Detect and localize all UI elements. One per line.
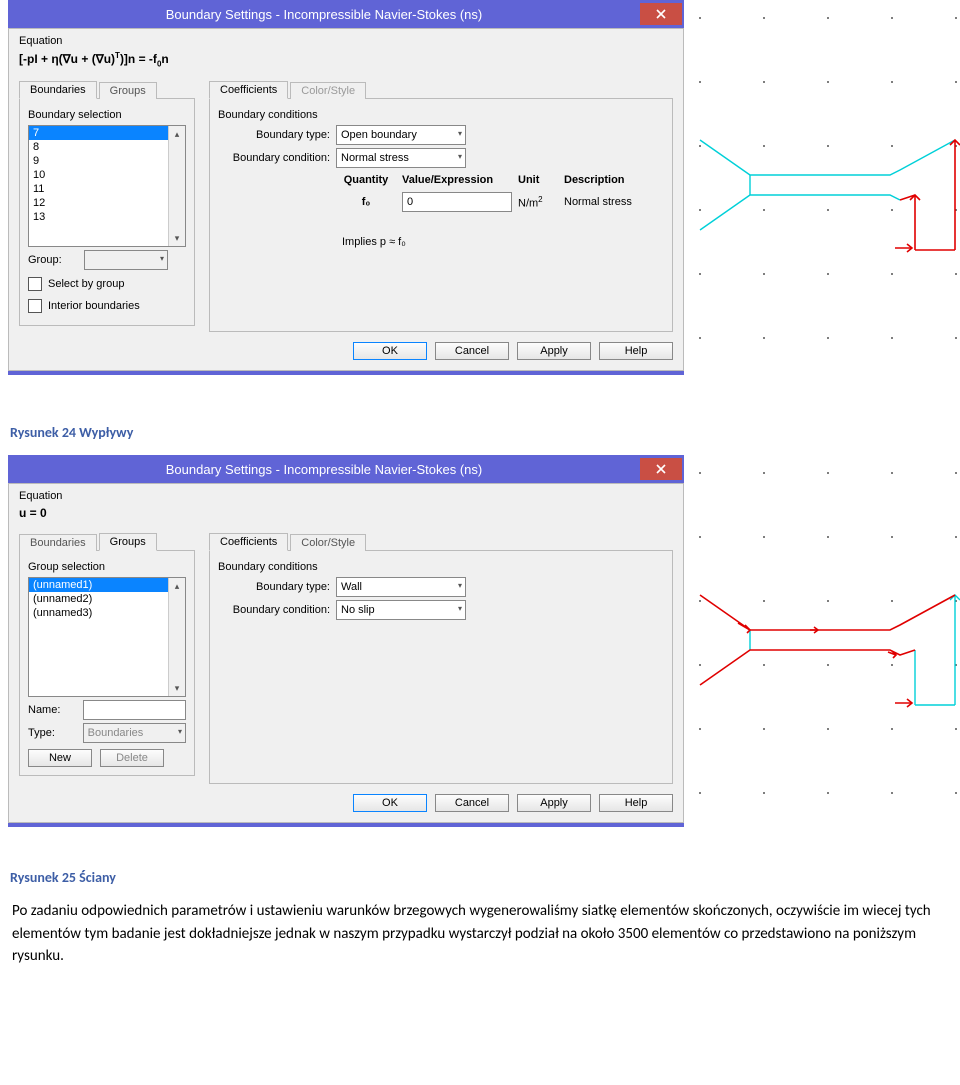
- desc-normal-stress: Normal stress: [564, 196, 664, 208]
- tab-boundaries[interactable]: Boundaries: [19, 534, 97, 551]
- tab-boundaries[interactable]: Boundaries: [19, 81, 97, 99]
- type-dropdown[interactable]: Boundaries ▾: [83, 723, 186, 743]
- boundary-conditions-label: Boundary conditions: [218, 561, 664, 573]
- close-icon: [656, 9, 666, 19]
- geometry-sketch-2: [690, 455, 960, 855]
- close-button[interactable]: [640, 3, 682, 25]
- boundary-list[interactable]: 7 8 9 10 11 12 13 ▴ ▾: [28, 125, 186, 247]
- cancel-button[interactable]: Cancel: [435, 794, 509, 812]
- delete-button[interactable]: Delete: [100, 749, 164, 767]
- column-description: Description: [564, 174, 664, 186]
- interior-boundaries-checkbox[interactable]: Interior boundaries: [28, 299, 140, 313]
- list-item[interactable]: 7: [29, 126, 185, 140]
- list-item[interactable]: (unnamed3): [29, 606, 185, 620]
- paragraph-text: Po zadaniu odpowiednich parametrów i ust…: [12, 900, 948, 968]
- figure-caption-25: Rysunek 25 Ściany: [10, 869, 960, 886]
- unit-nm2: N/m2: [518, 195, 558, 210]
- scrollbar[interactable]: [168, 578, 185, 696]
- close-button[interactable]: [640, 458, 682, 480]
- boundary-type-label: Boundary type:: [218, 129, 330, 141]
- chevron-down-icon: ▾: [160, 254, 164, 263]
- list-item[interactable]: 13: [29, 210, 185, 224]
- group-list[interactable]: (unnamed1) (unnamed2) (unnamed3) ▴ ▾: [28, 577, 186, 697]
- help-button[interactable]: Help: [599, 794, 673, 812]
- boundary-condition-dropdown[interactable]: No slip ▾: [336, 600, 466, 620]
- tab-color-style[interactable]: Color/Style: [290, 82, 366, 99]
- list-item[interactable]: 8: [29, 140, 185, 154]
- figure-caption-24: Rysunek 24 Wypływy: [10, 424, 960, 441]
- new-button[interactable]: New: [28, 749, 92, 767]
- checkbox-icon: [28, 277, 42, 291]
- close-icon: [656, 464, 666, 474]
- scroll-up-icon[interactable]: ▴: [169, 126, 185, 142]
- tab-color-style[interactable]: Color/Style: [290, 534, 366, 551]
- f0-input[interactable]: 0: [402, 192, 512, 212]
- ok-button[interactable]: OK: [353, 794, 427, 812]
- name-label: Name:: [28, 704, 77, 716]
- checkbox-icon: [28, 299, 42, 313]
- type-label: Type:: [28, 727, 77, 739]
- select-by-group-checkbox[interactable]: Select by group: [28, 277, 124, 291]
- group-dropdown[interactable]: ▾: [84, 250, 168, 270]
- apply-button[interactable]: Apply: [517, 794, 591, 812]
- boundary-type-dropdown[interactable]: Wall ▾: [336, 577, 466, 597]
- implies-note: Implies p ≈ f₀: [342, 236, 664, 248]
- chevron-down-icon: ▾: [178, 727, 182, 736]
- titlebar[interactable]: Boundary Settings - Incompressible Navie…: [8, 0, 684, 28]
- geometry-sketch-1: [690, 0, 960, 410]
- boundary-conditions-label: Boundary conditions: [218, 109, 664, 121]
- window-title: Boundary Settings - Incompressible Navie…: [8, 462, 640, 477]
- column-quantity: Quantity: [336, 174, 396, 186]
- chevron-down-icon: ▾: [458, 581, 462, 590]
- boundary-condition-label: Boundary condition:: [218, 152, 330, 164]
- help-button[interactable]: Help: [599, 342, 673, 360]
- tab-groups[interactable]: Groups: [99, 82, 157, 99]
- scrollbar[interactable]: [168, 126, 185, 246]
- chevron-down-icon: ▾: [458, 129, 462, 138]
- group-selection-label: Group selection: [28, 561, 186, 573]
- chevron-down-icon: ▾: [458, 152, 462, 161]
- equation-label: Equation: [19, 35, 673, 47]
- boundary-type-dropdown[interactable]: Open boundary ▾: [336, 125, 466, 145]
- ok-button[interactable]: OK: [353, 342, 427, 360]
- list-item[interactable]: (unnamed1): [29, 578, 185, 592]
- list-item[interactable]: 10: [29, 168, 185, 182]
- scroll-down-icon[interactable]: ▾: [169, 680, 185, 696]
- quantity-f0: f₀: [336, 196, 396, 208]
- name-input[interactable]: [83, 700, 186, 720]
- tab-coefficients[interactable]: Coefficients: [209, 533, 288, 551]
- cancel-button[interactable]: Cancel: [435, 342, 509, 360]
- tab-groups[interactable]: Groups: [99, 533, 157, 551]
- scroll-up-icon[interactable]: ▴: [169, 578, 185, 594]
- window-title: Boundary Settings - Incompressible Navie…: [8, 7, 640, 22]
- boundary-selection-label: Boundary selection: [28, 109, 186, 121]
- list-item[interactable]: 11: [29, 182, 185, 196]
- column-unit: Unit: [518, 174, 558, 186]
- scroll-down-icon[interactable]: ▾: [169, 230, 185, 246]
- chevron-down-icon: ▾: [458, 604, 462, 613]
- boundary-settings-dialog-2: Boundary Settings - Incompressible Navie…: [8, 455, 684, 827]
- column-value: Value/Expression: [402, 174, 512, 186]
- list-item[interactable]: (unnamed2): [29, 592, 185, 606]
- equation-label: Equation: [19, 490, 673, 502]
- apply-button[interactable]: Apply: [517, 342, 591, 360]
- boundary-type-label: Boundary type:: [218, 581, 330, 593]
- equation-display: u = 0: [19, 506, 673, 520]
- boundary-settings-dialog-1: Boundary Settings - Incompressible Navie…: [8, 0, 684, 375]
- titlebar[interactable]: Boundary Settings - Incompressible Navie…: [8, 455, 684, 483]
- boundary-condition-dropdown[interactable]: Normal stress ▾: [336, 148, 466, 168]
- boundary-condition-label: Boundary condition:: [218, 604, 330, 616]
- list-item[interactable]: 9: [29, 154, 185, 168]
- group-label: Group:: [28, 254, 78, 266]
- list-item[interactable]: 12: [29, 196, 185, 210]
- equation-display: [-pI + η(∇u + (∇u)T)]n = -f0n: [19, 51, 673, 68]
- tab-coefficients[interactable]: Coefficients: [209, 81, 288, 99]
